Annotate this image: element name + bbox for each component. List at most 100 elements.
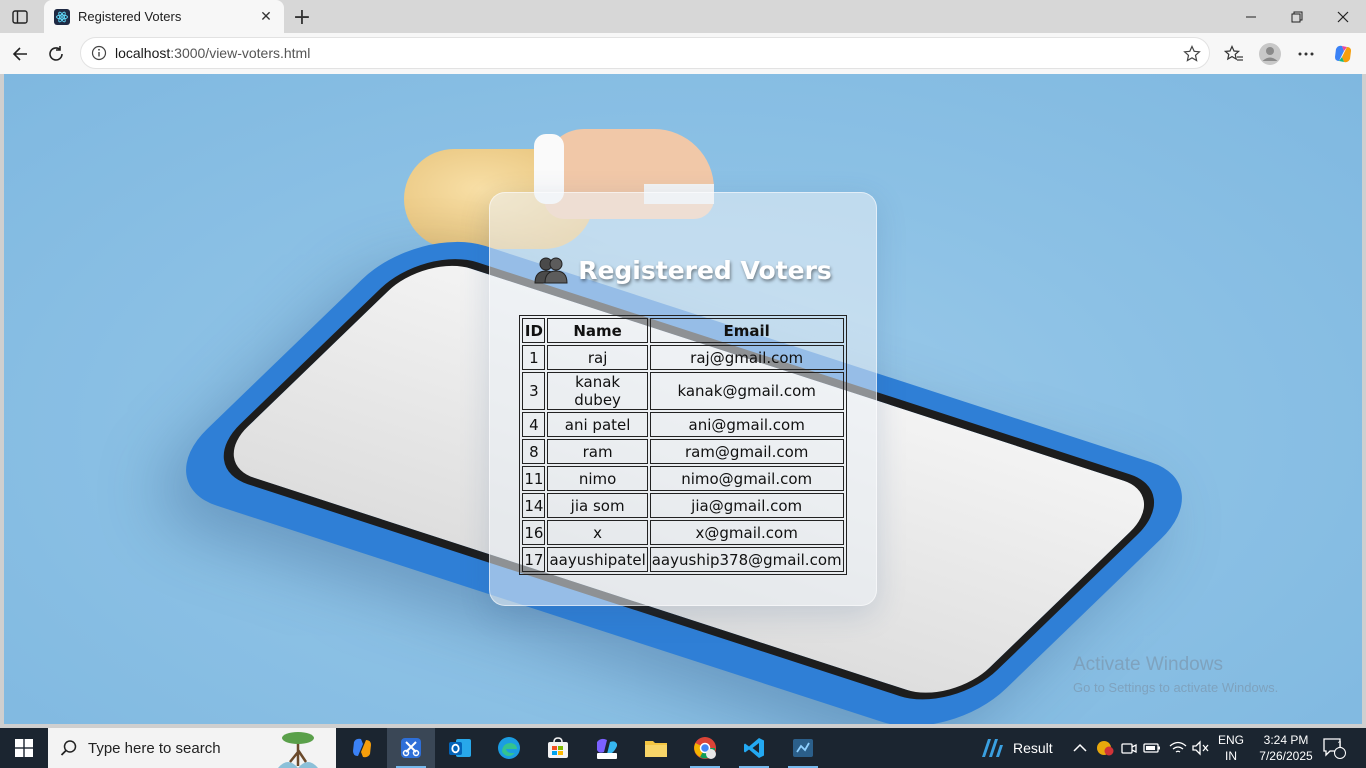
cell-email: ram@gmail.com: [649, 439, 844, 464]
search-highlight-tree-icon: [268, 730, 328, 768]
window-close-icon[interactable]: [1320, 0, 1366, 33]
tab-close-icon[interactable]: ✕: [258, 8, 274, 25]
cell-id: 11: [522, 466, 546, 491]
chrome-icon[interactable]: [681, 728, 729, 768]
cell-email: aayuship378@gmail.com: [649, 547, 844, 572]
header-email: Email: [649, 318, 844, 343]
page-viewport: Registered Voters ID Name Email 1 raj ra…: [4, 74, 1362, 724]
edge-icon[interactable]: [485, 728, 533, 768]
favorite-star-icon[interactable]: [1183, 45, 1201, 63]
browser-tab-bar: Registered Voters ✕ +: [0, 0, 1366, 33]
refresh-icon[interactable]: [43, 41, 69, 67]
table-row: 14 jia som jia@gmail.com: [522, 493, 844, 518]
url-path: :3000/view-voters.html: [170, 45, 311, 61]
region-code: IN: [1225, 749, 1237, 763]
cell-id: 4: [522, 412, 546, 437]
cell-name: nimo: [547, 466, 648, 491]
vscode-icon[interactable]: [730, 728, 778, 768]
clock[interactable]: 3:24 PM 7/26/2025: [1254, 728, 1318, 768]
clock-date: 7/26/2025: [1259, 749, 1313, 763]
cell-id: 1: [522, 345, 546, 370]
wifi-icon[interactable]: [1169, 728, 1187, 768]
table-row: 17 aayushipatel aayuship378@gmail.com: [522, 547, 844, 572]
browser-tab[interactable]: Registered Voters ✕: [44, 0, 284, 33]
meet-now-icon[interactable]: [1121, 728, 1137, 768]
tab-title: Registered Voters: [78, 9, 182, 24]
new-tab-button[interactable]: +: [290, 5, 314, 30]
windows-start-icon[interactable]: [0, 728, 48, 768]
cell-name: ram: [547, 439, 648, 464]
cell-name: ani patel: [547, 412, 648, 437]
url-host: localhost: [115, 45, 171, 61]
search-icon: [60, 739, 78, 757]
cell-email: kanak@gmail.com: [649, 372, 844, 410]
search-placeholder: Type here to search: [88, 739, 221, 757]
page-title: Registered Voters: [578, 255, 832, 285]
cell-id: 14: [522, 493, 546, 518]
notification-center-icon[interactable]: 1: [1322, 728, 1346, 768]
table-row: 11 nimo nimo@gmail.com: [522, 466, 844, 491]
language-code: ENG: [1218, 733, 1245, 747]
minimize-icon[interactable]: [1228, 0, 1274, 33]
tab-actions-icon[interactable]: [8, 6, 32, 28]
page-title-row: Registered Voters: [534, 255, 832, 285]
cell-email: ani@gmail.com: [649, 412, 844, 437]
site-info-icon[interactable]: [91, 45, 107, 61]
more-menu-icon[interactable]: [1293, 41, 1319, 67]
voters-card: Registered Voters ID Name Email 1 raj ra…: [489, 192, 877, 606]
table-row: 3 kanak dubey kanak@gmail.com: [522, 372, 844, 410]
activate-windows-watermark: Activate Windows Go to Settings to activ…: [1073, 654, 1278, 695]
cell-id: 8: [522, 439, 546, 464]
copilot-app-icon[interactable]: [338, 728, 386, 768]
cell-name: raj: [547, 345, 648, 370]
notification-count: 1: [1337, 740, 1343, 751]
language-indicator[interactable]: ENG IN: [1218, 728, 1244, 768]
table-header-row: ID Name Email: [522, 318, 844, 343]
microsoft-store-icon[interactable]: [534, 728, 582, 768]
watermark-subtitle: Go to Settings to activate Windows.: [1073, 680, 1279, 695]
weather-widget[interactable]: Result: [980, 728, 1053, 768]
restore-icon[interactable]: [1274, 0, 1320, 33]
show-hidden-icons-chevron-icon[interactable]: [1073, 728, 1087, 768]
favorites-icon[interactable]: [1221, 41, 1247, 67]
cell-name: aayushipatel: [547, 547, 648, 572]
watermark-title: Activate Windows: [1073, 654, 1223, 675]
table-row: 8 ram ram@gmail.com: [522, 439, 844, 464]
clock-time: 3:24 PM: [1263, 733, 1309, 747]
header-name: Name: [547, 318, 648, 343]
battery-icon[interactable]: [1143, 728, 1161, 768]
network-app-icon[interactable]: [779, 728, 827, 768]
cell-email: x@gmail.com: [649, 520, 844, 545]
cell-id: 3: [522, 372, 546, 410]
browser-toolbar: localhost:3000/view-voters.html: [0, 33, 1366, 74]
weather-label: Result: [1013, 740, 1053, 756]
file-explorer-icon[interactable]: [632, 728, 680, 768]
snipping-tool-icon[interactable]: [387, 728, 435, 768]
back-arrow-icon[interactable]: [7, 41, 33, 67]
weather-icon: [982, 739, 1003, 757]
taskbar-search-box[interactable]: Type here to search: [48, 728, 336, 768]
cell-id: 17: [522, 547, 546, 572]
cell-email: nimo@gmail.com: [649, 466, 844, 491]
volume-muted-icon[interactable]: [1192, 728, 1210, 768]
windows-taskbar: Type here to search Result ENG IN 3:24 P…: [0, 728, 1366, 768]
security-alert-icon[interactable]: [1096, 728, 1114, 768]
header-id: ID: [522, 318, 546, 343]
table-row: 16 x x@gmail.com: [522, 520, 844, 545]
cell-name: jia som: [547, 493, 648, 518]
address-bar[interactable]: localhost:3000/view-voters.html: [80, 37, 1210, 69]
people-icon: [534, 255, 568, 285]
profile-avatar-icon[interactable]: [1257, 41, 1283, 67]
cell-name: x: [547, 520, 648, 545]
react-favicon-icon: [54, 8, 70, 25]
voters-table: ID Name Email 1 raj raj@gmail.com 3 kana…: [519, 315, 847, 575]
cell-email: raj@gmail.com: [649, 345, 844, 370]
cell-id: 16: [522, 520, 546, 545]
table-row: 1 raj raj@gmail.com: [522, 345, 844, 370]
cell-name: kanak dubey: [547, 372, 648, 410]
table-row: 4 ani patel ani@gmail.com: [522, 412, 844, 437]
copilot-icon[interactable]: [1330, 41, 1356, 67]
m365-icon[interactable]: [583, 728, 631, 768]
outlook-icon[interactable]: [436, 728, 484, 768]
cell-email: jia@gmail.com: [649, 493, 844, 518]
